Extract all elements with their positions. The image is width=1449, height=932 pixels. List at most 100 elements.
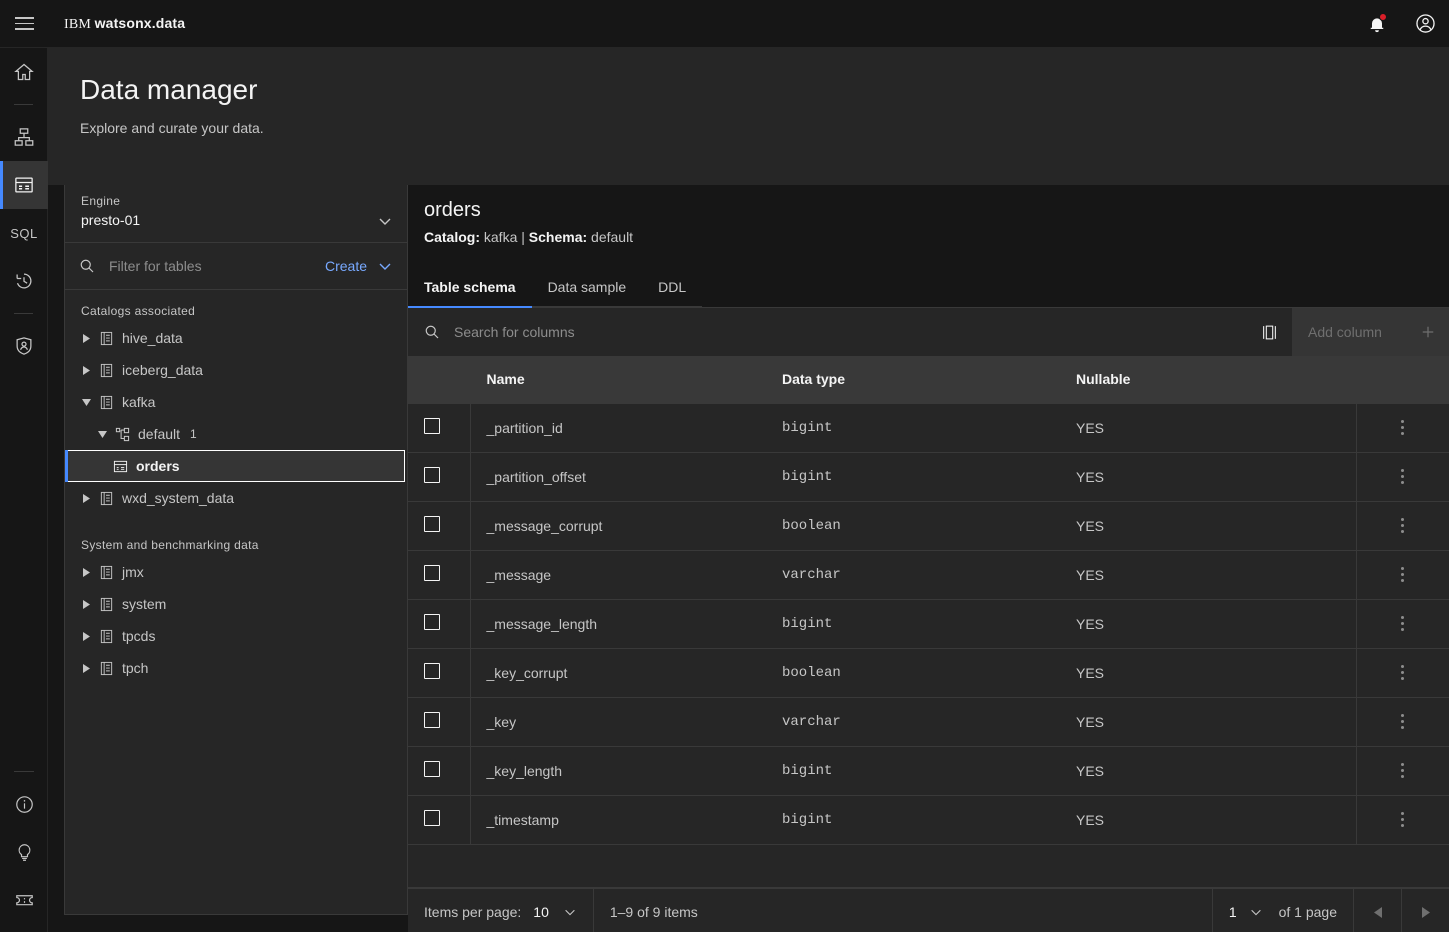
history-clock-icon — [16, 273, 32, 289]
tree-item-label: wxd_system_data — [122, 490, 235, 506]
sidebar-item-about[interactable] — [0, 780, 48, 828]
overflow-menu-icon[interactable] — [1373, 763, 1434, 778]
caret-right-icon[interactable] — [81, 631, 91, 641]
table-row[interactable]: _partition_id bigint YES — [408, 403, 1449, 453]
page-title: Data manager — [80, 74, 258, 105]
cell-data-type: bigint — [766, 403, 1060, 453]
table-row[interactable]: _key varchar YES — [408, 697, 1449, 747]
sidebar-item-query-history[interactable] — [0, 257, 48, 305]
items-per-page-label: Items per page: — [424, 904, 522, 920]
row-actions-cell — [1355, 452, 1449, 502]
create-button[interactable]: Create — [325, 258, 393, 274]
chevron-down-icon — [1249, 905, 1263, 919]
table-row[interactable]: _message_corrupt boolean YES — [408, 501, 1449, 551]
table-row[interactable]: _timestamp bigint YES — [408, 795, 1449, 845]
overflow-menu-icon[interactable] — [1373, 714, 1434, 729]
tree-item-orders-table[interactable]: orders — [65, 450, 405, 482]
catalog-icon — [99, 331, 114, 346]
table-row[interactable]: _key_length bigint YES — [408, 746, 1449, 796]
schema-table-head: Name Data type Nullable — [408, 356, 1449, 404]
cell-name: _key_length — [470, 746, 766, 796]
caret-right-icon — [1421, 906, 1430, 918]
tree-item-system[interactable]: system — [65, 588, 407, 620]
row-checkbox[interactable] — [424, 810, 440, 826]
column-header-data-type[interactable]: Data type — [766, 356, 1060, 404]
overflow-menu-icon[interactable] — [1373, 616, 1434, 631]
engine-select[interactable]: Engine presto-01 — [65, 185, 407, 243]
caret-right-icon[interactable] — [81, 663, 91, 673]
cell-data-type: boolean — [766, 648, 1060, 698]
hamburger-menu-icon[interactable] — [0, 0, 48, 47]
row-checkbox[interactable] — [424, 467, 440, 483]
row-checkbox[interactable] — [424, 565, 440, 581]
create-label: Create — [324, 258, 367, 274]
caret-down-icon[interactable] — [81, 398, 91, 406]
tree-item-default-schema[interactable]: default 1 — [65, 418, 407, 450]
row-checkbox[interactable] — [424, 516, 440, 532]
table-filter-input[interactable] — [109, 258, 299, 274]
tree-item-kafka[interactable]: kafka — [65, 386, 407, 418]
cell-data-type: bigint — [766, 746, 1060, 796]
catalog-icon — [99, 629, 114, 644]
sidebar-item-support[interactable] — [0, 876, 48, 924]
sidebar-item-data-manager[interactable] — [0, 161, 48, 209]
select-all-header — [408, 356, 471, 404]
table-row[interactable]: _message_length bigint YES — [408, 599, 1449, 649]
tree-item-label: tpch — [122, 660, 149, 676]
overflow-menu-icon[interactable] — [1373, 812, 1434, 827]
tree-item-tpcds[interactable]: tpcds — [65, 620, 407, 652]
page-number-select[interactable]: 1 — [1213, 888, 1279, 932]
table-detail-header: orders Catalog: kafka | Schema: default — [408, 185, 1449, 245]
tree-item-wxd-system-data[interactable]: wxd_system_data — [65, 482, 407, 514]
table-row[interactable]: _partition_offset bigint YES — [408, 452, 1449, 502]
overflow-menu-icon[interactable] — [1373, 518, 1434, 533]
caret-right-icon[interactable] — [81, 493, 91, 503]
total-pages-label: of 1 page — [1278, 904, 1337, 920]
column-search-input[interactable] — [454, 324, 854, 340]
caret-down-icon[interactable] — [97, 430, 107, 438]
row-checkbox[interactable] — [424, 418, 440, 434]
add-column-label: Add column — [1308, 324, 1382, 340]
overflow-menu-icon[interactable] — [1373, 420, 1434, 435]
tree-item-iceberg-data[interactable]: iceberg_data — [65, 354, 407, 386]
add-column-button[interactable]: Add column — [1292, 308, 1449, 356]
next-page-button[interactable] — [1401, 888, 1449, 932]
cell-name: _partition_id — [470, 403, 766, 453]
sidebar-item-infrastructure[interactable] — [0, 113, 48, 161]
row-checkbox[interactable] — [424, 663, 440, 679]
tab-ddl[interactable]: DDL — [642, 268, 703, 308]
overflow-menu-icon[interactable] — [1373, 567, 1434, 582]
tab-table-schema[interactable]: Table schema — [408, 268, 532, 308]
caret-right-icon[interactable] — [81, 567, 91, 577]
notification-bell-icon[interactable] — [1353, 0, 1401, 47]
overflow-menu-icon[interactable] — [1373, 469, 1434, 484]
overflow-menu-icon[interactable] — [1373, 665, 1434, 680]
sidebar-item-sql[interactable]: SQL — [0, 209, 48, 257]
caret-right-icon[interactable] — [81, 333, 91, 343]
sidebar-item-access-control[interactable] — [0, 322, 48, 370]
tree-item-jmx[interactable]: jmx — [65, 556, 407, 588]
row-checkbox[interactable] — [424, 761, 440, 777]
column-header-nullable[interactable]: Nullable — [1060, 356, 1356, 404]
user-avatar-icon[interactable] — [1401, 0, 1449, 47]
tree-group-title: Catalogs associated — [81, 304, 196, 318]
caret-right-icon[interactable] — [81, 365, 91, 375]
caret-right-icon[interactable] — [81, 599, 91, 609]
column-header-name[interactable]: Name — [470, 356, 766, 404]
row-checkbox[interactable] — [424, 614, 440, 630]
row-checkbox[interactable] — [424, 712, 440, 728]
cell-data-type: varchar — [766, 697, 1060, 747]
tree-item-hive-data[interactable]: hive_data — [65, 322, 407, 354]
row-actions-cell — [1355, 795, 1449, 845]
table-row[interactable]: _key_corrupt boolean YES — [408, 648, 1449, 698]
items-per-page-select[interactable]: 10 — [533, 904, 577, 920]
sidebar-item-home[interactable] — [0, 48, 48, 96]
column-settings-icon[interactable] — [1246, 308, 1292, 356]
items-per-page-value: 10 — [533, 904, 549, 920]
tree-item-tpch[interactable]: tpch — [65, 652, 407, 684]
sidebar-item-tips[interactable] — [0, 828, 48, 876]
previous-page-button[interactable] — [1353, 888, 1401, 932]
notification-badge — [1379, 13, 1387, 21]
tab-data-sample[interactable]: Data sample — [531, 268, 643, 308]
table-row[interactable]: _message varchar YES — [408, 550, 1449, 600]
